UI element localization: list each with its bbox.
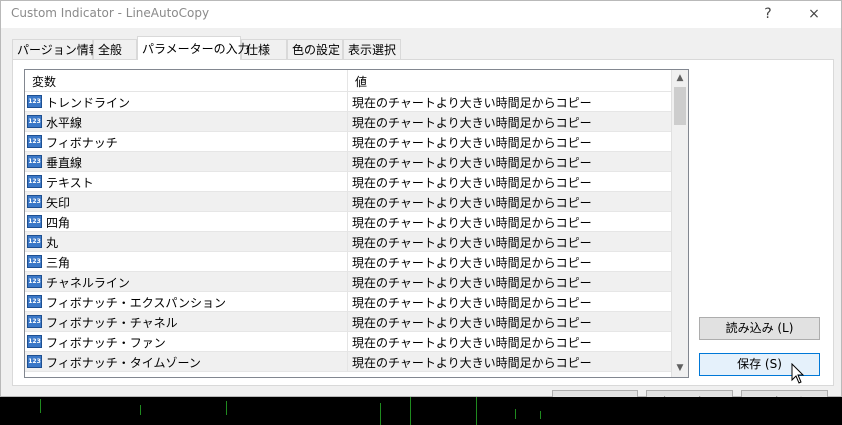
scroll-up-icon[interactable]: ▲ [672,70,688,87]
parameter-name: 丸 [46,236,59,250]
list-header: 変数 値 [25,70,671,92]
list-item[interactable]: 123 三角 現在のチャートより大きい時間足からコピー [25,252,671,272]
help-icon[interactable]: ? [753,3,783,25]
parameter-type-icon: 123 [27,315,42,328]
list-item[interactable]: 123 フィボナッチ・ファン 現在のチャートより大きい時間足からコピー [25,332,671,352]
parameter-value[interactable]: 現在のチャートより大きい時間足からコピー [352,174,592,191]
load-button[interactable]: 読み込み (L) [699,317,820,340]
parameter-name: 三角 [46,256,71,270]
window-title: Custom Indicator - LineAutoCopy [11,6,210,20]
close-icon[interactable]: × [799,3,829,25]
parameter-name: テキスト [46,176,94,190]
parameter-type-icon: 123 [27,235,42,248]
parameter-name: 水平線 [46,116,83,130]
tab-colors[interactable]: 色の設定 [287,39,343,59]
parameter-type-icon: 123 [27,135,42,148]
chart-background [0,397,842,425]
list-rows: 123 トレンドライン 現在のチャートより大きい時間足からコピー 123 水平線 現在のチ… [25,92,671,372]
tab-display[interactable]: 表示選択 [343,39,401,59]
parameter-type-icon: 123 [27,195,42,208]
parameter-type-icon: 123 [27,255,42,268]
parameter-value[interactable]: 現在のチャートより大きい時間足からコピー [352,274,592,291]
parameter-value[interactable]: 現在のチャートより大きい時間足からコピー [352,94,592,111]
parameter-list: 変数 値 123 トレンドライン 現在のチャートより大きい時間足からコピー 123 水平… [24,69,689,378]
parameter-name: フィボナッチ・エクスパンション [46,296,227,310]
parameter-type-icon: 123 [27,175,42,188]
parameter-value[interactable]: 現在のチャートより大きい時間足からコピー [352,154,592,171]
parameter-type-icon: 123 [27,215,42,228]
parameter-value[interactable]: 現在のチャートより大きい時間足からコピー [352,354,592,371]
scroll-down-icon[interactable]: ▼ [672,360,688,377]
dialog-window: Custom Indicator - LineAutoCopy ? × パージョ… [0,0,842,414]
parameter-value[interactable]: 現在のチャートより大きい時間足からコピー [352,234,592,251]
parameter-value[interactable]: 現在のチャートより大きい時間足からコピー [352,194,592,211]
parameter-type-icon: 123 [27,335,42,348]
parameter-name: フィボナッチ・タイムゾーン [46,356,201,370]
list-item[interactable]: 123 フィボナッチ・チャネル 現在のチャートより大きい時間足からコピー [25,312,671,332]
title-bar: Custom Indicator - LineAutoCopy ? × [1,1,841,28]
tab-general[interactable]: 全般 [93,39,137,59]
list-item[interactable]: 123 矢印 現在のチャートより大きい時間足からコピー [25,192,671,212]
scroll-thumb[interactable] [674,87,686,125]
parameter-type-icon: 123 [27,155,42,168]
list-item[interactable]: 123 フィボナッチ・エクスパンション 現在のチャートより大きい時間足からコピー [25,292,671,312]
vertical-scrollbar[interactable]: ▲ ▼ [671,70,688,377]
list-item[interactable]: 123 水平線 現在のチャートより大きい時間足からコピー [25,112,671,132]
column-header-value[interactable]: 値 [355,73,367,90]
parameter-value[interactable]: 現在のチャートより大きい時間足からコピー [352,134,592,151]
parameter-type-icon: 123 [27,115,42,128]
parameter-value[interactable]: 現在のチャートより大きい時間足からコピー [352,254,592,271]
parameter-type-icon: 123 [27,355,42,368]
list-item[interactable]: 123 チャネルライン 現在のチャートより大きい時間足からコピー [25,272,671,292]
parameter-value[interactable]: 現在のチャートより大きい時間足からコピー [352,114,592,131]
parameter-name: フィボナッチ・ファン [46,336,166,350]
list-item[interactable]: 123 丸 現在のチャートより大きい時間足からコピー [25,232,671,252]
parameter-name: 四角 [46,216,71,230]
parameter-value[interactable]: 現在のチャートより大きい時間足からコピー [352,314,592,331]
parameter-name: トレンドライン [46,96,131,110]
parameter-name: フィボナッチ・チャネル [46,316,178,330]
parameter-value[interactable]: 現在のチャートより大きい時間足からコピー [352,334,592,351]
parameter-name: 垂直線 [46,156,83,170]
list-item[interactable]: 123 フィボナッチ・タイムゾーン 現在のチャートより大きい時間足からコピー [25,352,671,372]
tab-parameters[interactable]: パラメーターの入力 [137,36,250,60]
parameter-type-icon: 123 [27,275,42,288]
parameter-name: 矢印 [46,196,71,210]
parameter-name: チャネルライン [46,276,130,290]
parameter-name: フィボナッチ [46,136,118,150]
list-item[interactable]: 123 四角 現在のチャートより大きい時間足からコピー [25,212,671,232]
mouse-cursor-icon [791,363,805,384]
parameter-value[interactable]: 現在のチャートより大きい時間足からコピー [352,294,592,311]
column-header-variable[interactable]: 変数 [32,73,56,90]
tab-version-info[interactable]: パージョン情報 [12,39,101,59]
list-item[interactable]: 123 フィボナッチ 現在のチャートより大きい時間足からコピー [25,132,671,152]
list-item[interactable]: 123 テキスト 現在のチャートより大きい時間足からコピー [25,172,671,192]
parameter-type-icon: 123 [27,295,42,308]
parameter-type-icon: 123 [27,95,42,108]
list-item[interactable]: 123 トレンドライン 現在のチャートより大きい時間足からコピー [25,92,671,112]
parameter-value[interactable]: 現在のチャートより大きい時間足からコピー [352,214,592,231]
list-item[interactable]: 123 垂直線 現在のチャートより大きい時間足からコピー [25,152,671,172]
